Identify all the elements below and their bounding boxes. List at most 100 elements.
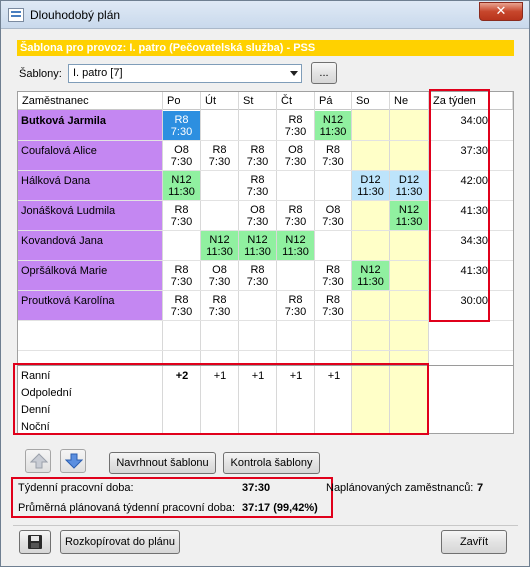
- shift-cell[interactable]: R8 7:30: [315, 261, 351, 289]
- shift-code: R8: [212, 294, 227, 306]
- shift-time: 11:30: [395, 186, 423, 198]
- shift-code: R8: [288, 204, 303, 216]
- shift-code: R8: [174, 294, 189, 306]
- shift-cell[interactable]: N12 11:30: [390, 201, 428, 230]
- shift-cell[interactable]: O8 7:30: [163, 141, 200, 169]
- shift-cell[interactable]: O8 7:30: [239, 201, 276, 229]
- move-up-button[interactable]: [25, 449, 51, 473]
- weekly-hours-value: 37:30: [242, 482, 271, 494]
- column-header-day[interactable]: Pá: [315, 92, 352, 110]
- shift-time: 11:30: [168, 186, 195, 198]
- shift-code: R8: [174, 264, 189, 276]
- check-template-button[interactable]: Kontrola šablony: [223, 452, 320, 474]
- floppy-disk-icon: [28, 535, 42, 549]
- shift-time: 7:30: [170, 156, 193, 168]
- employee-name[interactable]: Proutková Karolína: [18, 290, 162, 320]
- shift-code: R8: [288, 294, 303, 306]
- move-down-button[interactable]: [60, 449, 86, 473]
- shift-code: R8: [250, 264, 265, 276]
- shift-time: 7:30: [208, 276, 231, 288]
- shift-code: R8: [174, 204, 189, 216]
- app-icon: [8, 8, 24, 22]
- shift-time: 7:30: [322, 156, 344, 168]
- shift-time: 7:30: [284, 126, 307, 138]
- shift-cell[interactable]: R8 7:30: [277, 111, 314, 139]
- shift-cell[interactable]: O8 7:30: [201, 261, 238, 289]
- employee-name[interactable]: Hálková Dana: [18, 170, 162, 200]
- shift-cell[interactable]: R8 7:30: [201, 291, 238, 319]
- shift-time: 7:30: [246, 216, 269, 228]
- shift-cell[interactable]: R8 7:30: [239, 171, 276, 199]
- column-header-day[interactable]: Po: [163, 92, 201, 110]
- planned-employees-value: 7: [477, 482, 484, 494]
- employee-name[interactable]: Butková Jarmila: [18, 110, 162, 140]
- column-header-day[interactable]: Ne: [390, 92, 429, 110]
- shift-cell[interactable]: R8 7:30: [315, 291, 351, 319]
- close-window-button[interactable]: ✕: [479, 2, 523, 21]
- shift-cell[interactable]: R8 7:30: [201, 141, 238, 169]
- shift-cell[interactable]: R8 7:30: [163, 111, 200, 140]
- shift-code: N12: [285, 234, 306, 246]
- title-bar[interactable]: Dlouhodobý plán ✕: [1, 1, 529, 29]
- shift-cell[interactable]: R8 7:30: [239, 261, 276, 289]
- shift-cell[interactable]: R8 7:30: [163, 201, 200, 229]
- shift-time: 7:30: [246, 156, 269, 168]
- shift-time: 11:30: [282, 246, 309, 258]
- average-hours-value: 37:17 (99,42%): [242, 502, 318, 514]
- column-header-day[interactable]: St: [239, 92, 277, 110]
- column-header-day[interactable]: So: [352, 92, 390, 110]
- shift-cell[interactable]: R8 7:30: [315, 141, 351, 169]
- column-header-day[interactable]: Čt: [277, 92, 315, 110]
- shift-cell[interactable]: D12 11:30: [390, 171, 428, 200]
- shift-cell[interactable]: N12 11:30: [352, 261, 389, 290]
- arrow-up-icon: [30, 453, 48, 469]
- shift-cell[interactable]: N12 11:30: [277, 231, 314, 260]
- footer-separator: [13, 525, 518, 526]
- propose-template-button[interactable]: Navrhnout šablonu: [109, 452, 216, 474]
- shift-cell[interactable]: O8 7:30: [315, 201, 351, 229]
- shift-cell[interactable]: N12 11:30: [315, 111, 351, 140]
- shift-time: 7:30: [322, 276, 344, 288]
- shift-code: R8: [250, 174, 265, 186]
- shift-cell[interactable]: D12 11:30: [352, 171, 389, 200]
- shift-cell[interactable]: O8 7:30: [277, 141, 314, 169]
- shift-time: 7:30: [170, 126, 193, 138]
- highlight-summary: [13, 363, 429, 435]
- shift-code: R8: [325, 264, 341, 276]
- shift-time: 7:30: [284, 156, 307, 168]
- shift-time: 7:30: [246, 186, 269, 198]
- employee-name[interactable]: Kovandová Jana: [18, 230, 162, 260]
- shift-time: 7:30: [284, 216, 307, 228]
- shift-cell[interactable]: R8 7:30: [277, 201, 314, 229]
- copy-to-plan-button[interactable]: Rozkopírovat do plánu: [60, 530, 180, 554]
- shift-time: 11:30: [244, 246, 271, 258]
- shift-cell[interactable]: R8 7:30: [163, 261, 200, 289]
- shift-code: N12: [398, 204, 420, 216]
- column-header-employee[interactable]: Zaměstnanec: [18, 92, 163, 110]
- weekly-hours-label: Týdenní pracovní doba:: [18, 482, 134, 494]
- template-select[interactable]: I. patro [7]: [68, 64, 302, 83]
- browse-templates-button[interactable]: ...: [311, 62, 337, 84]
- planned-employees-label: Naplánovaných zaměstnanců:: [326, 482, 474, 494]
- save-button[interactable]: [19, 530, 51, 554]
- shift-cell[interactable]: R8 7:30: [277, 291, 314, 319]
- chevron-down-icon[interactable]: [290, 71, 298, 76]
- column-header-day[interactable]: Út: [201, 92, 239, 110]
- shift-cell[interactable]: N12 11:30: [163, 171, 200, 200]
- close-button[interactable]: Zavřít: [441, 530, 507, 554]
- shift-code: R8: [174, 114, 189, 126]
- row-divider: [18, 350, 513, 351]
- employee-name[interactable]: Jonášková Ludmila: [18, 200, 162, 230]
- employee-name[interactable]: Coufalová Alice: [18, 140, 162, 170]
- shift-cell[interactable]: R8 7:30: [163, 291, 200, 319]
- shift-code: O8: [174, 144, 189, 156]
- employee-name[interactable]: Opršálková Marie: [18, 260, 162, 290]
- shift-time: 11:30: [357, 186, 384, 198]
- shift-code: N12: [247, 234, 268, 246]
- shift-cell[interactable]: N12 11:30: [239, 231, 276, 260]
- shift-cell[interactable]: R8 7:30: [239, 141, 276, 169]
- shift-cell[interactable]: N12 11:30: [201, 231, 238, 260]
- shift-code: O8: [212, 264, 227, 276]
- shift-code: R8: [250, 144, 265, 156]
- shift-code: R8: [212, 144, 227, 156]
